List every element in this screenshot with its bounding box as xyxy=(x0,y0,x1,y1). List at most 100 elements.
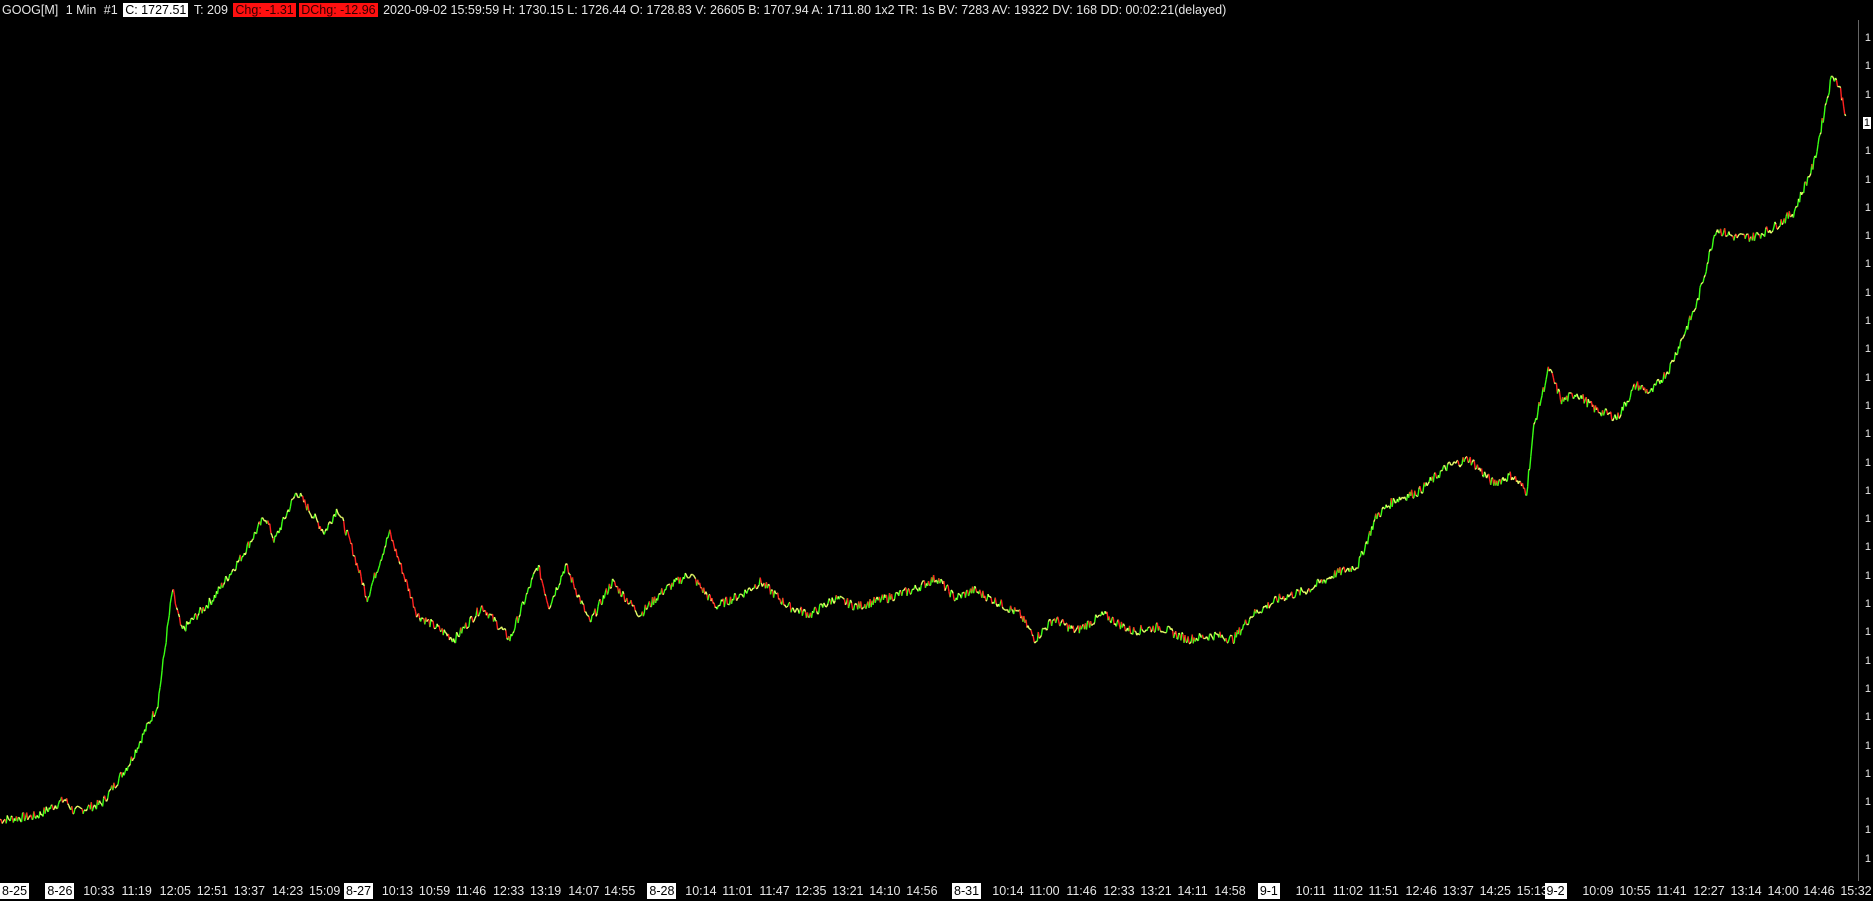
price-bar xyxy=(890,594,894,601)
price-axis-label: 1 xyxy=(1864,456,1871,469)
price-bar xyxy=(1839,85,1842,89)
price-bar xyxy=(732,593,736,601)
price-bar xyxy=(7,817,10,821)
price-bar xyxy=(603,592,606,599)
price-bar xyxy=(1777,226,1780,230)
price-bar xyxy=(352,554,355,557)
price-bar xyxy=(1363,543,1367,552)
price-bar xyxy=(1228,635,1231,640)
price-bar xyxy=(1843,106,1846,115)
price-axis-label: 1 xyxy=(1864,399,1871,412)
price-bar xyxy=(67,803,70,806)
price-bar xyxy=(252,538,254,541)
price-bar xyxy=(271,534,274,539)
price-bar xyxy=(231,569,234,573)
price-bar xyxy=(777,592,780,600)
price-bar xyxy=(541,579,544,584)
price-bar xyxy=(1341,567,1344,570)
price-bar xyxy=(572,583,576,589)
time-axis-label: 10:14 xyxy=(992,884,1024,898)
price-bar xyxy=(606,591,610,595)
price-bar xyxy=(474,615,477,619)
price-bar xyxy=(466,626,469,630)
price-bar xyxy=(718,604,721,607)
price-bar xyxy=(597,600,600,607)
price-bar xyxy=(734,592,737,596)
price-bar xyxy=(798,609,801,614)
price-bar xyxy=(1719,228,1723,236)
price-bar xyxy=(383,547,386,554)
price-bar xyxy=(699,582,702,589)
price-bar xyxy=(1366,536,1370,545)
price-bar xyxy=(1576,393,1579,398)
price-bar xyxy=(514,619,517,629)
price-bar xyxy=(612,580,616,583)
price-bar xyxy=(145,723,148,732)
price-chart[interactable] xyxy=(0,20,1873,881)
price-axis-label: 1 xyxy=(1864,541,1871,554)
price-bar xyxy=(292,496,296,500)
price-bar xyxy=(290,498,293,501)
price-bar xyxy=(1244,619,1248,625)
price-bar xyxy=(1027,625,1030,629)
price-bar xyxy=(1453,461,1456,464)
price-bar xyxy=(495,621,499,630)
change-value: Chg: -1.31 xyxy=(233,3,296,17)
price-bar xyxy=(1421,491,1424,494)
price-bar xyxy=(1112,617,1115,625)
time-axis-label: 11:51 xyxy=(1368,884,1399,898)
price-bar xyxy=(1247,619,1251,624)
price-bar xyxy=(582,603,585,606)
price-bar xyxy=(1714,231,1718,236)
price-axis-label: 1 xyxy=(1864,852,1871,865)
price-bar xyxy=(338,514,341,516)
price-bar xyxy=(571,577,575,584)
time-axis-label: 12:33 xyxy=(1103,884,1135,898)
price-bar xyxy=(315,516,318,521)
price-bar xyxy=(893,592,897,600)
price-bar xyxy=(1533,421,1536,425)
price-bar xyxy=(1345,568,1348,572)
price-bar xyxy=(1532,424,1535,436)
price-bar xyxy=(1301,589,1304,593)
symbol-label[interactable]: GOOG[M] xyxy=(0,3,60,17)
time-axis[interactable]: 8-25 8-26 10:33 11:19 12:05 12:51 13:37 14:23 15… xyxy=(0,881,1873,901)
price-bar xyxy=(244,551,247,556)
price-bar xyxy=(366,596,369,603)
chart-index-label: #1 xyxy=(103,3,118,17)
price-bar xyxy=(1618,416,1621,419)
price-axis-label: 1 xyxy=(1864,824,1871,837)
price-bar xyxy=(1754,232,1758,237)
price-bar xyxy=(1614,414,1617,419)
price-bar xyxy=(73,808,76,814)
price-axis-label: 1 xyxy=(1864,145,1871,158)
price-bar xyxy=(711,598,714,604)
price-bar xyxy=(444,631,447,634)
interval-label[interactable]: 1 Min xyxy=(64,3,99,17)
price-bar xyxy=(567,572,570,575)
price-bar xyxy=(1030,629,1033,635)
price-bar xyxy=(794,609,797,613)
price-bar xyxy=(454,632,458,644)
price-bar xyxy=(1816,144,1819,152)
price-axis-label: 1 xyxy=(1864,315,1871,327)
price-bar xyxy=(519,606,522,615)
price-bar xyxy=(899,589,902,592)
price-bar xyxy=(779,598,782,603)
price-bar xyxy=(1064,623,1067,626)
price-bar xyxy=(814,607,818,612)
price-bar xyxy=(1037,631,1040,639)
price-axis[interactable]: 1 1 1 1 1 1 1 1 1 1 1 1 1 1 1 1 1 1 1 1 1 1 1 1 1 1 1 1 1 1 xyxy=(1858,20,1873,881)
price-bar xyxy=(1003,608,1006,611)
price-bar xyxy=(397,556,400,562)
price-bar xyxy=(455,631,459,635)
price-bar xyxy=(532,571,536,575)
price-bar xyxy=(1241,624,1245,630)
price-bar xyxy=(1596,407,1600,413)
price-bar xyxy=(1826,95,1829,99)
price-bar xyxy=(1115,621,1118,627)
price-bar xyxy=(648,601,652,607)
price-bar xyxy=(1701,281,1704,284)
price-bar xyxy=(1552,377,1555,383)
price-bar xyxy=(770,589,774,592)
